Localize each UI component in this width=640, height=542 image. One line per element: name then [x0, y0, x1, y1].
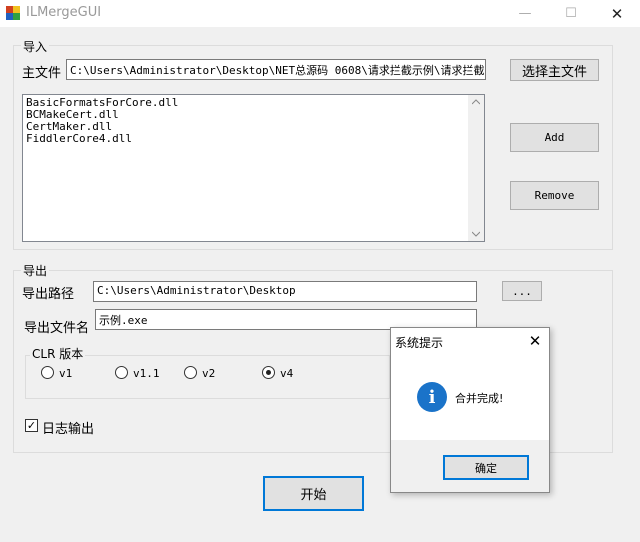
remove-button[interactable]: Remove — [510, 181, 599, 210]
minimize-button[interactable]: — — [502, 0, 548, 27]
scroll-up-icon[interactable] — [472, 99, 480, 105]
radio-label-v1: v1 — [59, 367, 73, 380]
file-list: BasicFormatsForCore.dll BCMakeCert.dll C… — [26, 97, 178, 145]
minimize-icon: — — [518, 6, 532, 21]
radio-label-v2: v2 — [202, 367, 216, 380]
choose-main-file-button[interactable]: 选择主文件 — [510, 59, 599, 81]
files-listbox[interactable]: BasicFormatsForCore.dll BCMakeCert.dll C… — [22, 94, 485, 242]
maximize-icon: ☐ — [565, 6, 577, 21]
checkmark-icon: ✓ — [26, 419, 37, 432]
import-group-label: 导入 — [21, 38, 50, 55]
export-path-input[interactable]: C:\Users\Administrator\Desktop — [93, 281, 477, 302]
app-icon — [6, 6, 20, 20]
main-file-input[interactable]: C:\Users\Administrator\Desktop\NET总源码 06… — [66, 59, 486, 80]
log-output-label: 日志输出 — [42, 422, 95, 437]
close-button[interactable]: ✕ — [594, 0, 640, 27]
window-title: ILMergeGUI — [26, 5, 102, 20]
system-message-dialog: 系统提示 ✕ i 合并完成! 确定 — [390, 327, 550, 493]
main-file-label: 主文件 — [22, 66, 62, 81]
dialog-title: 系统提示 — [395, 336, 444, 350]
dialog-close-button[interactable]: ✕ — [521, 328, 549, 354]
export-group-label: 导出 — [21, 262, 50, 279]
clr-group-label: CLR 版本 — [30, 345, 86, 362]
start-button[interactable]: 开始 — [263, 476, 364, 511]
radio-clr-v1[interactable] — [41, 366, 54, 379]
dialog-message: 合并完成! — [455, 392, 504, 405]
export-path-label: 导出路径 — [22, 287, 75, 302]
ok-button[interactable]: 确定 — [443, 455, 529, 480]
close-icon: ✕ — [528, 332, 542, 350]
close-icon: ✕ — [610, 4, 624, 23]
dialog-footer: 确定 — [391, 440, 549, 492]
radio-clr-v4[interactable] — [262, 366, 275, 379]
radio-clr-v1-1[interactable] — [115, 366, 128, 379]
add-button[interactable]: Add — [510, 123, 599, 152]
list-item[interactable]: FiddlerCore4.dll — [26, 133, 178, 145]
radio-clr-v2[interactable] — [184, 366, 197, 379]
info-icon: i — [417, 382, 447, 412]
export-filename-label: 导出文件名 — [24, 321, 90, 336]
maximize-button[interactable]: ☐ — [548, 0, 594, 27]
radio-label-v1-1: v1.1 — [133, 367, 160, 380]
radio-label-v4: v4 — [280, 367, 294, 380]
title-bar: ILMergeGUI — ☐ ✕ — [0, 0, 640, 27]
browse-button[interactable]: ... — [502, 281, 542, 301]
vertical-scrollbar[interactable] — [468, 95, 484, 241]
log-output-checkbox[interactable]: ✓ — [25, 419, 38, 432]
scroll-down-icon[interactable] — [472, 231, 480, 237]
